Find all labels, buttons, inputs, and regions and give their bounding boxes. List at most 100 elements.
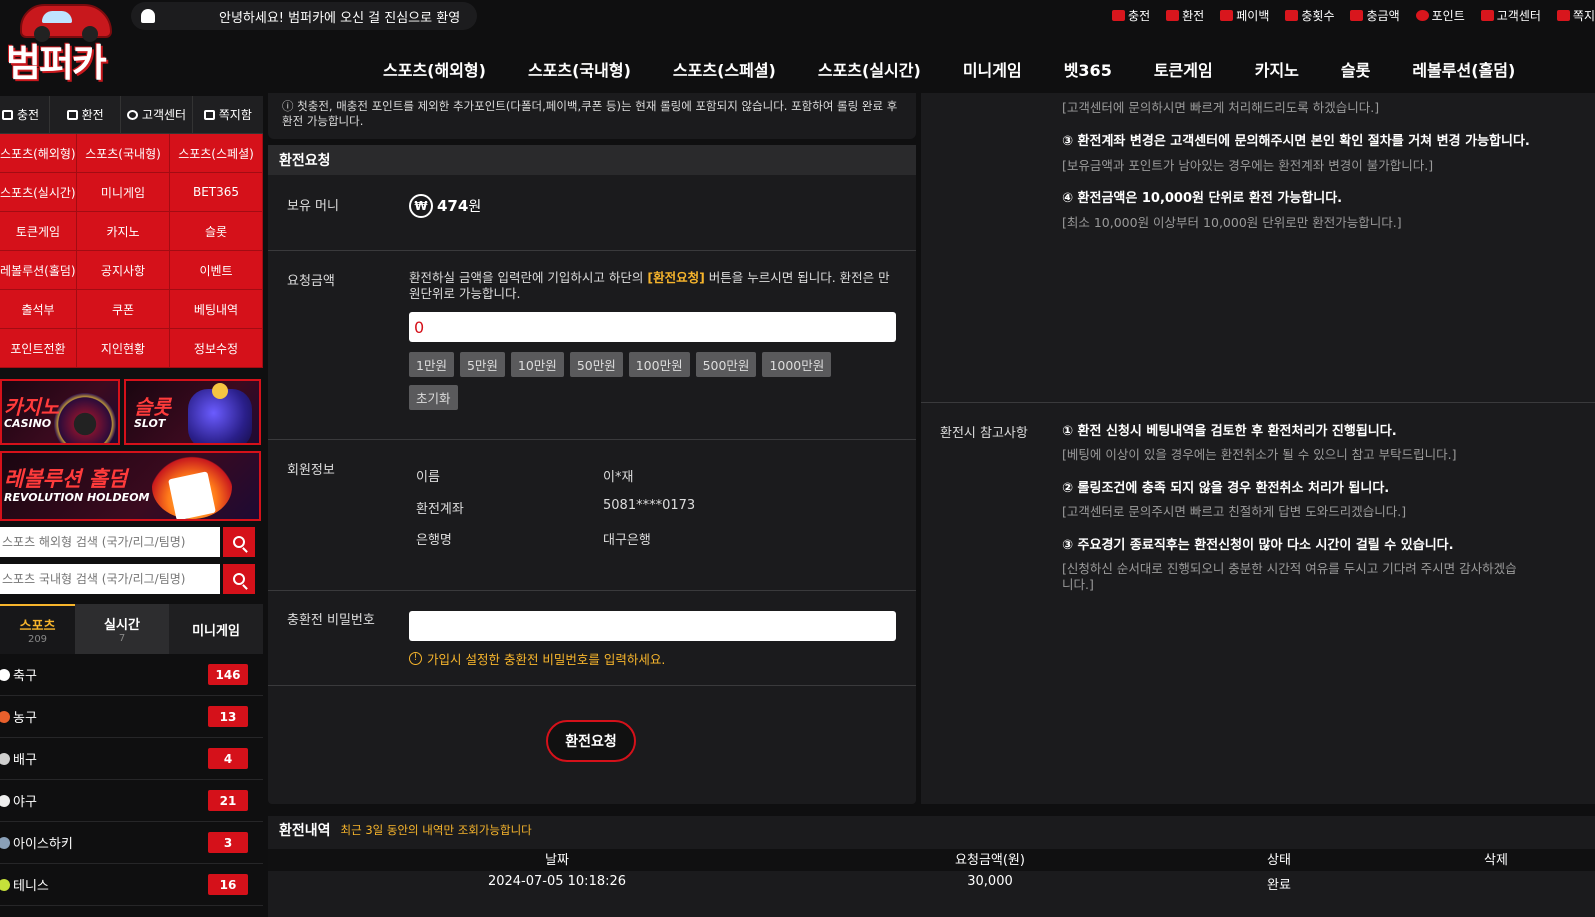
card-icon [2,109,13,120]
guide-note-detail: 니다.] [1062,577,1094,592]
sidebar-item-referral[interactable]: 지인현황 [77,329,170,368]
nav-minigame[interactable]: 미니게임 [963,57,1022,81]
slot-banner-title: 슬롯 [134,395,171,419]
top-menu-point[interactable]: 포인트 [1415,7,1465,24]
sidebar-item-bet365[interactable]: BET365 [170,173,263,212]
withdraw-icon [1166,10,1180,21]
tab-minigame[interactable]: 미니게임 [169,604,263,654]
nav-sports-overseas[interactable]: 스포츠(해외형) [383,57,486,81]
sidebar-item-attendance[interactable]: 출석부 [0,290,77,329]
tab-live[interactable]: 실시간 7 [75,604,169,654]
row-status: 완료 [1267,878,1291,893]
top-menu-charge-amount[interactable]: 충금액 [1350,7,1400,24]
sidebar-support-button[interactable]: 고객센터 [121,96,193,133]
search-icon [233,536,246,548]
nav-casino[interactable]: 카지노 [1255,57,1299,81]
tab-sports[interactable]: 스포츠 209 [0,604,75,654]
roulette-icon [54,393,116,443]
nav-revolution-holdem[interactable]: 레볼루션(홀덤) [1412,57,1515,81]
slot-banner[interactable]: 슬롯 SLOT [124,379,261,445]
nav-slot[interactable]: 슬롯 [1341,57,1370,81]
sidebar-withdraw-button[interactable]: 환전 [50,96,122,133]
top-menu-message[interactable]: 쪽지 [1556,7,1595,24]
sport-count-badge: 4 [208,748,248,769]
reset-button[interactable]: 초기화 [409,385,458,410]
sports-domestic-search-input[interactable] [0,564,221,594]
playing-cards-icon [168,471,216,519]
sidebar-item-bet-history[interactable]: 베팅내역 [170,290,263,329]
ticker-text: 안녕하세요! 범퍼카에 오신 걸 진심으로 환영 [219,10,461,26]
password-label: 충환전 비밀번호 [287,613,375,628]
history-column-header [268,849,1595,871]
sidebar-item-point-convert[interactable]: 포인트전환 [0,329,77,368]
user-icon [126,109,138,120]
quick-amount-button[interactable]: 50만원 [569,352,623,377]
column-status: 상태 [1267,853,1291,868]
guide-note-detail: [신청하신 순서대로 진행되오니 충분한 시간적 여유를 두시고 기다려 주시면… [1062,561,1517,576]
top-menu-support[interactable]: 고객센터 [1480,7,1541,24]
sidebar-item-sports-live[interactable]: 스포츠(실시간) [0,173,77,212]
baseball-icon [0,794,10,807]
sport-count-badge: 13 [208,706,248,727]
quick-amount-button[interactable]: 5만원 [459,352,505,377]
sidebar-charge-button[interactable]: 충전 [0,96,50,133]
quick-amount-button[interactable]: 1000만원 [762,352,832,377]
search-button[interactable] [223,564,255,594]
casino-banner[interactable]: 카지노 CASINO [0,379,120,445]
info-icon: ⓘ [282,99,298,113]
sport-item[interactable]: 테니스 16 [0,864,263,906]
sport-name: 축구 [0,665,37,684]
password-input[interactable] [409,611,896,641]
sport-count-badge: 146 [208,664,248,685]
divider [268,685,916,686]
holdem-banner[interactable]: 레볼루션 홀덤 REVOLUTION HOLDEOM [0,451,261,521]
nav-sports-domestic[interactable]: 스포츠(국내형) [528,57,631,81]
search-button[interactable] [223,527,255,557]
sidebar-item-token-game[interactable]: 토큰게임 [0,212,77,251]
sidebar-item-casino[interactable]: 카지노 [77,212,170,251]
bank-label: 은행명 [416,533,452,548]
sport-item[interactable]: 야구 21 [0,780,263,822]
sport-item[interactable]: 배구 4 [0,738,263,780]
sidebar-item-event[interactable]: 이벤트 [170,251,263,290]
sidebar-item-sports-overseas[interactable]: 스포츠(해외형) [0,134,77,173]
amount-label: 요청금액 [287,274,335,289]
sidebar-item-slot[interactable]: 슬롯 [170,212,263,251]
top-menu-charge[interactable]: 충전 [1112,7,1150,24]
nav-bet365[interactable]: 벳365 [1064,57,1112,81]
nav-token-game[interactable]: 토큰게임 [1154,57,1213,81]
logo[interactable]: 범퍼카 [6,2,126,85]
quick-amount-button[interactable]: 1만원 [409,352,454,377]
sidebar-item-sports-domestic[interactable]: 스포츠(국내형) [77,134,170,173]
sidebar-item-profile[interactable]: 정보수정 [170,329,263,368]
sidebar-item-notice[interactable]: 공지사항 [77,251,170,290]
top-menu-payback[interactable]: 페이백 [1220,7,1269,24]
nav-sports-special[interactable]: 스포츠(스페셜) [673,57,776,81]
row-amount: 30,000 [967,874,1013,889]
soccer-ball-icon [0,668,10,681]
money-row: 보유 머니 ₩ 474 원 [268,175,916,251]
withdraw-icon [66,109,78,120]
account-label: 환전계좌 [416,502,464,517]
amount-description: 환전하실 금액을 입력란에 기입하시고 하단의 [환전요청] 버튼을 누르시면 … [409,270,890,301]
sidebar-item-minigame[interactable]: 미니게임 [77,173,170,212]
nav-sports-live[interactable]: 스포츠(실시간) [818,57,921,81]
sidebar-message-button[interactable]: 쪽지함 [193,96,263,133]
warning-icon: ! [409,652,422,665]
sport-item[interactable]: 축구 146 [0,654,263,696]
quick-amount-button[interactable]: 500만원 [695,352,757,377]
quick-amount-button[interactable]: 10만원 [510,352,564,377]
sports-overseas-search-input[interactable] [0,527,221,557]
sidebar-item-coupon[interactable]: 쿠폰 [77,290,170,329]
sidebar-item-revolution-holdem[interactable]: 레볼루션(홀덤) [0,251,77,290]
top-menu-withdraw[interactable]: 환전 [1166,7,1204,24]
sport-item[interactable]: 농구 13 [0,696,263,738]
withdraw-submit-button[interactable]: 환전요청 [546,720,636,762]
sport-item[interactable]: 아이스하키 3 [0,822,263,864]
top-menu-charge-count[interactable]: 충횟수 [1285,7,1334,24]
sidebar-item-sports-special[interactable]: 스포츠(스페셜) [170,134,263,173]
amount-input[interactable] [409,312,896,342]
column-amount: 요청금액(원) [955,853,1025,868]
quick-amount-button[interactable]: 100만원 [628,352,690,377]
name-value: 이*재 [603,470,634,485]
